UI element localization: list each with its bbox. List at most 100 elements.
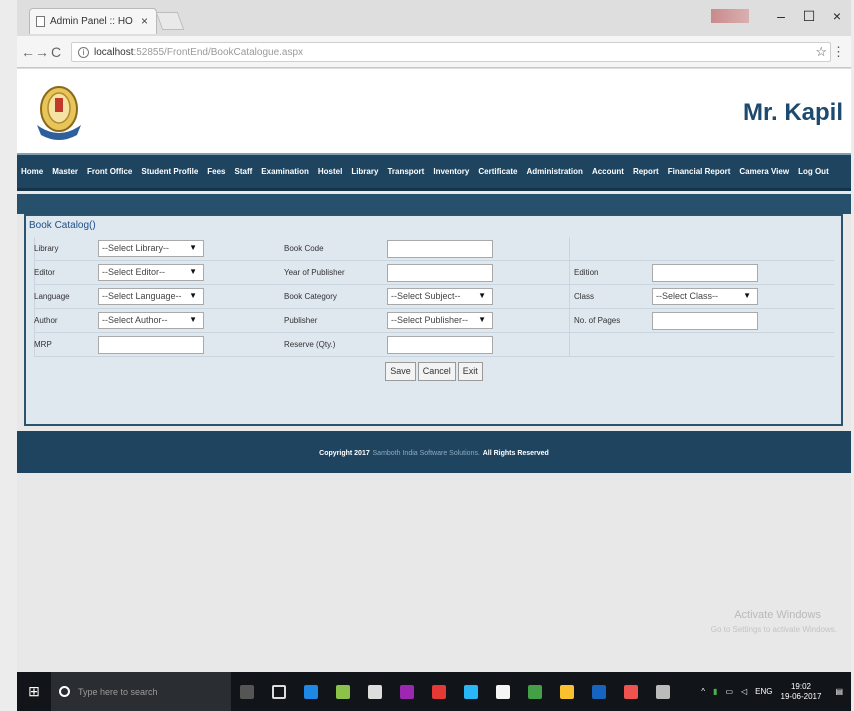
task-view-icon[interactable] <box>272 684 286 699</box>
nav-staff[interactable]: Staff <box>235 167 253 176</box>
class-select[interactable]: --Select Class-- ▼ <box>652 288 758 305</box>
forward-arrow-icon[interactable]: → <box>35 44 49 60</box>
info-icon[interactable]: i <box>78 47 89 58</box>
filezilla-icon[interactable] <box>432 684 446 699</box>
school-logo <box>37 86 81 140</box>
reserve-qty-label: Reserve (Qty.) <box>284 340 336 349</box>
activate-windows-title: Activate Windows <box>734 609 821 621</box>
minimize-button[interactable]: – <box>767 8 795 24</box>
nav-fees[interactable]: Fees <box>207 167 225 176</box>
mrp-input[interactable] <box>98 336 204 354</box>
nav-front-office[interactable]: Front Office <box>87 167 132 176</box>
library-select-value: --Select Library-- <box>102 243 170 253</box>
nav-financial-report[interactable]: Financial Report <box>668 167 731 176</box>
pen-icon[interactable] <box>656 684 670 699</box>
url-input[interactable]: i localhost:52855/FrontEnd/BookCatalogue… <box>71 42 831 62</box>
notifications-icon[interactable]: ▤ <box>835 687 843 696</box>
volume-icon[interactable]: ◁ <box>741 687 747 696</box>
book-code-label: Book Code <box>284 244 324 253</box>
editor-select[interactable]: --Select Editor-- ▼ <box>98 264 204 281</box>
menu-dots-icon[interactable]: ⋮ <box>832 44 845 60</box>
search-placeholder: Type here to search <box>78 686 158 697</box>
language-indicator[interactable]: ENG <box>755 687 772 696</box>
form-row: Library --Select Library-- ▼ Book Code <box>34 237 834 261</box>
battery-icon[interactable]: ▭ <box>725 687 733 696</box>
nav-account[interactable]: Account <box>592 167 624 176</box>
exit-button[interactable]: Exit <box>457 361 483 381</box>
network-icon[interactable]: ▮ <box>713 687 717 696</box>
company-link[interactable]: Samboth India Software Solutions. <box>373 450 480 457</box>
browser-tab[interactable]: Admin Panel :: HO × <box>29 8 157 34</box>
office-icon[interactable] <box>624 684 638 699</box>
notepad-icon[interactable] <box>496 684 510 699</box>
firefox-icon[interactable] <box>592 684 606 699</box>
pages-input[interactable] <box>652 312 758 330</box>
nav-hostel[interactable]: Hostel <box>318 167 342 176</box>
nav-transport[interactable]: Transport <box>387 167 424 176</box>
nav-examination[interactable]: Examination <box>261 167 309 176</box>
paint-icon[interactable] <box>528 684 542 699</box>
taskbar: ⊞ Type here to search ^ ▮ ▭ ◁ ENG 19:02 … <box>17 672 851 711</box>
new-tab-button[interactable] <box>155 12 185 30</box>
year-of-publisher-input[interactable] <box>387 264 493 282</box>
book-catalog-form: Library --Select Library-- ▼ Book Code Ed… <box>34 237 834 385</box>
skype-icon[interactable] <box>464 684 478 699</box>
form-row: Author --Select Author-- ▼ Publisher --Se… <box>34 309 834 333</box>
dropdown-arrow-icon: ▼ <box>189 291 197 300</box>
class-label: Class <box>574 292 595 301</box>
nav-library[interactable]: Library <box>351 167 378 176</box>
visual-studio-icon[interactable] <box>400 684 414 699</box>
book-category-select[interactable]: --Select Subject-- ▼ <box>387 288 493 305</box>
bookmark-star-icon[interactable]: ☆ <box>815 44 827 60</box>
library-select[interactable]: --Select Library-- ▼ <box>98 240 204 257</box>
edge-icon[interactable] <box>304 684 318 699</box>
tray-chevron-icon[interactable]: ^ <box>701 687 705 696</box>
nav-report[interactable]: Report <box>633 167 659 176</box>
window-controls: – ☐ × <box>711 0 851 32</box>
clock-date: 19-06-2017 <box>780 691 822 701</box>
editor-select-value: --Select Editor-- <box>102 267 166 277</box>
nav-log-out[interactable]: Log Out <box>798 167 829 176</box>
rights-text: All Rights Reserved <box>482 450 549 457</box>
mrp-label: MRP <box>34 340 52 349</box>
editor-label: Editor <box>34 268 55 277</box>
reload-icon[interactable]: C <box>51 44 61 60</box>
publisher-select[interactable]: --Select Publisher-- ▼ <box>387 312 493 329</box>
book-catalog-panel: Book Catalog() Library --Select Library-… <box>24 214 843 426</box>
dropdown-arrow-icon: ▼ <box>478 315 486 324</box>
mic-icon[interactable] <box>240 684 254 699</box>
nav-home[interactable]: Home <box>21 167 43 176</box>
profile-badge[interactable] <box>711 9 749 23</box>
form-row: Language --Select Language-- ▼ Book Categ… <box>34 285 834 309</box>
book-category-label: Book Category <box>284 292 337 301</box>
nav-master[interactable]: Master <box>52 167 78 176</box>
reserve-qty-input[interactable] <box>387 336 493 354</box>
close-tab-icon[interactable]: × <box>141 14 148 28</box>
nav-administration[interactable]: Administration <box>526 167 582 176</box>
maximize-button[interactable]: ☐ <box>795 8 823 25</box>
cancel-button[interactable]: Cancel <box>417 361 456 381</box>
nav-student-profile[interactable]: Student Profile <box>141 167 198 176</box>
store-icon[interactable] <box>368 684 382 699</box>
publisher-select-value: --Select Publisher-- <box>391 315 469 325</box>
save-button[interactable]: Save <box>385 361 416 381</box>
taskbar-search[interactable]: Type here to search <box>51 672 231 711</box>
browser-window: Admin Panel :: HO × – ☐ × ← → C i localh… <box>17 0 851 711</box>
year-of-publisher-label: Year of Publisher <box>284 268 345 277</box>
chrome-icon[interactable] <box>560 684 574 699</box>
close-window-button[interactable]: × <box>823 8 851 24</box>
language-select[interactable]: --Select Language-- ▼ <box>98 288 204 305</box>
edition-label: Edition <box>574 268 599 277</box>
author-select[interactable]: --Select Author-- ▼ <box>98 312 204 329</box>
back-arrow-icon[interactable]: ← <box>21 44 35 60</box>
edition-input[interactable] <box>652 264 758 282</box>
nav-camera-view[interactable]: Camera View <box>739 167 789 176</box>
clock[interactable]: 19:02 19-06-2017 <box>781 682 822 702</box>
dropdown-arrow-icon: ▼ <box>189 267 197 276</box>
windows-start-icon[interactable]: ⊞ <box>17 683 51 700</box>
app-icon[interactable] <box>336 684 350 699</box>
nav-certificate[interactable]: Certificate <box>478 167 517 176</box>
site-header: Mr. Kapil <box>17 69 851 155</box>
nav-inventory[interactable]: Inventory <box>433 167 469 176</box>
book-code-input[interactable] <box>387 240 493 258</box>
